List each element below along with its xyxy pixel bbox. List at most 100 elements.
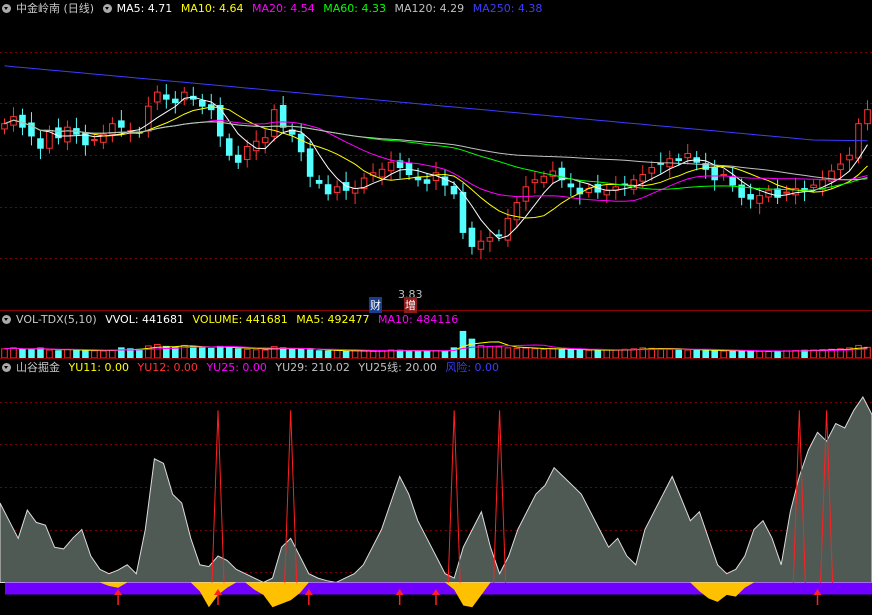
candle-body [864,109,871,125]
volume-bar [91,350,98,359]
yu11-value: YU11: 0.00 [68,361,129,374]
candle-body [711,167,718,181]
dropdown-icon[interactable] [102,4,112,13]
ma5-value: MA5: 4.71 [116,2,173,15]
candle-body [234,154,242,163]
candle-body [333,186,341,193]
volume-bar [64,349,71,359]
volume-bar [261,349,269,359]
candle-body [810,184,817,189]
volume-bar [720,350,727,359]
volume-bar [486,345,494,359]
volume-bar [378,350,386,359]
ma10-value: MA10: 4.64 [180,2,244,15]
volume-bar [504,347,512,359]
volume-bar [603,349,611,359]
volume-bar [576,349,584,359]
candle-body [243,145,251,160]
volume-bar [288,348,296,359]
candle-body [19,114,26,128]
candle-body [846,154,853,161]
candle-body [252,140,260,152]
volume-bar [19,348,26,359]
candle-body [1,123,8,130]
candle-body [154,91,161,103]
candle-body [118,120,125,128]
candle-body [747,194,754,200]
volume-bar [55,350,62,359]
volume-bar [693,349,700,359]
volume-bar [801,349,808,359]
yu25-value: YU25: 0.00 [206,361,267,374]
ma120-value: MA120: 4.29 [394,2,465,15]
vol-ma10-line [4,344,868,352]
candle-body [756,195,763,204]
vol-ma10-value: MA10: 484116 [378,313,459,326]
volume-bar [666,348,674,359]
volume-value: VOLUME: 441681 [192,313,288,326]
volume-bar [585,349,593,359]
indicator-chart[interactable] [0,359,872,615]
candle-body [450,185,458,195]
candle-body [540,175,548,184]
dropdown-icon[interactable] [2,4,11,13]
volume-bar [522,347,530,359]
candle-body [37,138,44,149]
mountain-area [0,396,872,584]
volume-bar [37,347,44,359]
marker-zeng[interactable]: 增 [404,297,417,313]
signal-spike [447,410,461,583]
candle-body [837,163,844,171]
volume-bar [459,330,467,359]
candle-body [558,167,566,181]
volume-bar [1,348,8,359]
volume-legend: VOL-TDX(5,10) VVOL: 441681 VOLUME: 44168… [2,313,463,327]
indicator-panel[interactable]: 山谷掘金 YU11: 0.00 YU12: 0.00 YU25: 0.00 YU… [0,358,872,615]
candle-body [495,234,503,237]
volume-bar [306,349,314,359]
volume-bar [154,343,161,359]
yu12-value: YU12: 0.00 [137,361,198,374]
volume-bar [297,348,305,359]
candle-body [261,137,269,144]
dropdown-icon[interactable] [2,315,11,324]
volume-bar [783,350,790,359]
candlestick-chart[interactable] [0,0,872,310]
candle-body [306,148,314,177]
candle-body [657,162,665,165]
volume-bar [342,350,350,359]
yu25line-value: YU25线: 20.00 [358,361,437,374]
signal-spike [493,410,507,583]
candle-body [315,180,323,184]
volume-bar [513,347,521,359]
volume-bar [234,348,242,359]
volume-bar [46,349,53,359]
volume-bar [657,348,665,359]
candle-body [324,184,332,195]
volume-bar [855,344,862,359]
candle-body [639,174,647,182]
volume-bar [100,350,107,359]
candle-body [64,126,71,143]
marker-cai[interactable]: 财 [369,297,382,313]
volume-bar [73,349,80,359]
candle-body [163,94,170,100]
ind-title: 山谷掘金 [16,361,60,374]
fengxian-value: 风险: 0.00 [445,361,500,374]
volume-bar [109,349,116,359]
volume-bar [675,349,683,359]
candle-body [567,183,575,188]
candle-body [198,100,206,107]
vol-ma5-value: MA5: 492477 [296,313,370,326]
volume-bar [10,347,17,359]
dropdown-icon[interactable] [2,363,11,372]
price-legend: 中金岭南 (日线) MA5: 4.71 MA10: 4.64 MA20: 4.5… [2,2,547,16]
volume-bar [369,350,377,359]
volume-bar [252,349,260,359]
volume-bar [702,350,709,359]
volume-panel[interactable]: VOL-TDX(5,10) VVOL: 441681 VOLUME: 44168… [0,310,872,359]
vol-title: VOL-TDX(5,10) [16,313,97,326]
candle-body [477,240,485,250]
price-chart-panel[interactable]: 中金岭南 (日线) MA5: 4.71 MA10: 4.64 MA20: 4.5… [0,0,872,313]
volume-bar [405,350,413,359]
